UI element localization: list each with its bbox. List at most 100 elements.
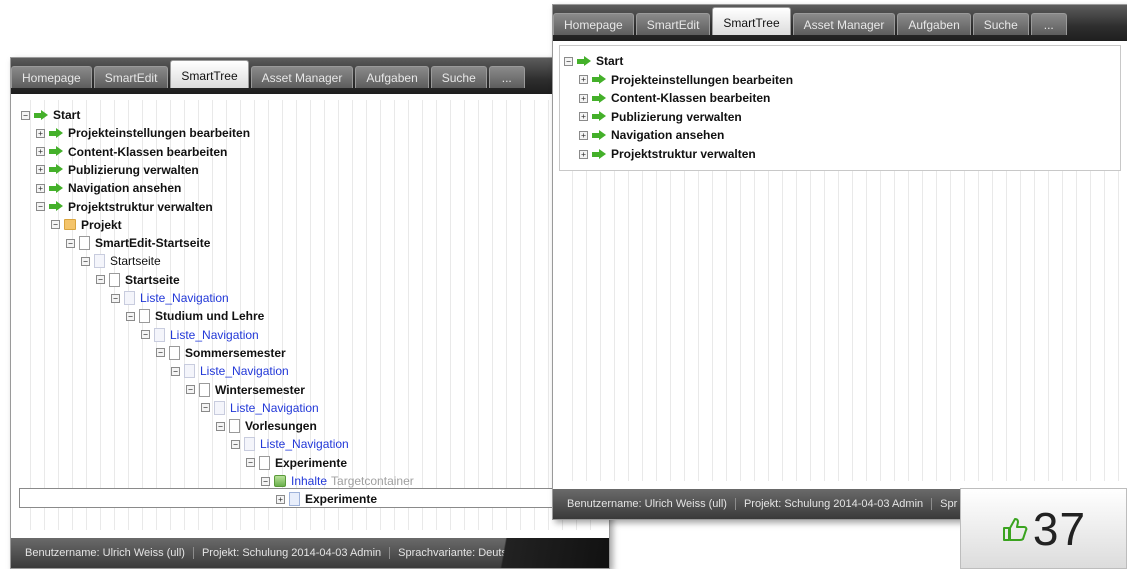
- tab-smartedit[interactable]: SmartEdit: [635, 13, 711, 35]
- expand-toggle[interactable]: +: [36, 147, 45, 157]
- faded-page-icon: [154, 327, 165, 342]
- tree-node-label: Publizierung verwalten: [68, 162, 199, 177]
- tree-node[interactable]: − Experimente: [246, 454, 347, 472]
- tree-node[interactable]: − Liste_Navigation: [111, 289, 229, 307]
- expand-toggle[interactable]: −: [81, 256, 90, 266]
- page-icon: [169, 345, 180, 360]
- tree-node[interactable]: + Publizierung verwalten: [579, 108, 742, 126]
- tree-node[interactable]: + Content-Klassen bearbeiten: [36, 143, 227, 161]
- tab-asset-manager[interactable]: Asset Manager: [792, 13, 896, 35]
- tree-node[interactable]: − SmartEdit-Startseite: [66, 234, 210, 252]
- expand-toggle[interactable]: −: [171, 366, 180, 376]
- tree-node[interactable]: + Experimente: [276, 490, 377, 508]
- status-bar: Benutzername: Ulrich Weiss (ull) Projekt…: [11, 538, 609, 568]
- tree-node[interactable]: − Liste_Navigation: [171, 362, 289, 380]
- tab-list: Homepage SmartEdit SmartTree Asset Manag…: [553, 7, 1069, 35]
- tree-node-label: Sommersemester: [185, 345, 286, 360]
- tree-node[interactable]: − Inhalte Targetcontainer: [261, 472, 414, 490]
- tree-node[interactable]: + Navigation ansehen: [579, 126, 724, 144]
- tree-node[interactable]: − Studium und Lehre: [126, 307, 264, 325]
- tab-homepage[interactable]: Homepage: [553, 13, 634, 35]
- expand-toggle[interactable]: −: [261, 476, 270, 486]
- expand-toggle[interactable]: −: [216, 421, 225, 431]
- expand-toggle[interactable]: −: [141, 330, 150, 340]
- tree-node-label: Navigation ansehen: [611, 128, 725, 143]
- expand-toggle[interactable]: −: [111, 293, 120, 303]
- tree-node[interactable]: − Liste_Navigation: [231, 435, 349, 453]
- tree-node[interactable]: − Startseite: [96, 271, 180, 289]
- expand-toggle[interactable]: −: [201, 403, 210, 413]
- tree-node[interactable]: + Projektstruktur verwalten: [579, 145, 756, 163]
- tree-node[interactable]: + Projekteinstellungen bearbeiten: [579, 71, 793, 89]
- expand-toggle[interactable]: −: [21, 110, 30, 120]
- expand-toggle[interactable]: +: [276, 494, 285, 504]
- tab-homepage[interactable]: Homepage: [11, 66, 92, 88]
- tree-node[interactable]: − Start: [564, 52, 623, 70]
- tree-node[interactable]: − Projektstruktur verwalten: [36, 198, 213, 216]
- tree-node-label: Content-Klassen bearbeiten: [611, 91, 771, 106]
- tree-node-label: Startseite: [125, 272, 180, 287]
- tab-smarttree[interactable]: SmartTree: [170, 60, 249, 88]
- tree-node[interactable]: − Sommersemester: [156, 344, 286, 362]
- tab-asset-manager[interactable]: Asset Manager: [250, 66, 354, 88]
- expand-toggle[interactable]: +: [579, 130, 588, 140]
- expand-toggle[interactable]: +: [579, 112, 588, 122]
- tree-node-label: Liste_Navigation: [170, 327, 259, 342]
- tab-suche[interactable]: Suche: [972, 13, 1029, 35]
- smarttree-panel: − Start + Projekteinstellungen bearbeiten + C…: [17, 100, 603, 530]
- expand-toggle[interactable]: −: [231, 439, 240, 449]
- faded-page-icon: [124, 291, 135, 305]
- tab-bar: Homepage SmartEdit SmartTree Asset Manag…: [11, 58, 609, 94]
- tab-more[interactable]: ...: [488, 66, 525, 88]
- expand-toggle[interactable]: −: [126, 311, 135, 321]
- tree-node[interactable]: + Projekteinstellungen bearbeiten: [36, 124, 250, 142]
- tree-node-label: Wintersemester: [215, 382, 305, 397]
- tab-smarttree[interactable]: SmartTree: [712, 7, 791, 35]
- expand-toggle[interactable]: +: [579, 75, 588, 85]
- expand-toggle[interactable]: −: [564, 56, 573, 66]
- tree-node-label: Projektstruktur verwalten: [611, 147, 756, 161]
- expand-toggle[interactable]: −: [156, 348, 165, 358]
- expand-toggle[interactable]: −: [36, 202, 45, 211]
- page-icon: [139, 309, 150, 324]
- tree-node[interactable]: − Vorlesungen: [216, 417, 317, 435]
- page-icon: [109, 272, 120, 287]
- tree-node[interactable]: − Projekt: [51, 216, 122, 234]
- arrow-icon: [49, 127, 63, 139]
- tab-suche[interactable]: Suche: [430, 66, 487, 88]
- arrow-icon: [49, 146, 63, 157]
- expand-toggle[interactable]: +: [579, 93, 588, 103]
- expand-toggle[interactable]: −: [186, 385, 195, 394]
- expand-toggle[interactable]: −: [51, 220, 60, 230]
- expand-toggle[interactable]: +: [36, 128, 45, 138]
- container-icon: [274, 475, 286, 487]
- smarttree-panel: − Start + Projekteinstellungen bearbeiten + C…: [559, 45, 1121, 171]
- tree-node[interactable]: + Content-Klassen bearbeiten: [579, 89, 770, 107]
- tree-node[interactable]: − Startseite: [81, 252, 161, 270]
- status-project: Projekt: Schulung 2014-04-03 Admin: [736, 498, 933, 510]
- tree-node-label: Content-Klassen bearbeiten: [68, 144, 228, 159]
- like-badge[interactable]: 37: [960, 488, 1127, 569]
- tree-node[interactable]: − Liste_Navigation: [201, 399, 319, 417]
- tab-smartedit[interactable]: SmartEdit: [93, 66, 169, 88]
- tab-aufgaben[interactable]: Aufgaben: [897, 13, 971, 35]
- arrow-icon: [49, 182, 63, 194]
- expand-toggle[interactable]: +: [36, 165, 45, 175]
- tree-node[interactable]: + Navigation ansehen: [36, 179, 181, 197]
- expand-toggle[interactable]: +: [36, 183, 45, 193]
- arrow-icon: [592, 111, 606, 122]
- tab-aufgaben[interactable]: Aufgaben: [355, 66, 429, 88]
- tree-node-label: Liste_Navigation: [260, 437, 349, 452]
- expand-toggle[interactable]: −: [246, 458, 255, 468]
- expand-toggle[interactable]: −: [96, 275, 105, 285]
- tree-node[interactable]: + Publizierung verwalten: [36, 161, 199, 179]
- expand-toggle[interactable]: +: [579, 149, 588, 159]
- tree-node[interactable]: − Start: [21, 106, 80, 124]
- page-icon: [79, 236, 90, 251]
- tree-node-label: Studium und Lehre: [155, 309, 265, 324]
- tree-node[interactable]: − Liste_Navigation: [141, 326, 259, 344]
- expand-toggle[interactable]: −: [66, 238, 75, 248]
- tab-more[interactable]: ...: [1030, 13, 1067, 35]
- arrow-icon: [592, 74, 606, 85]
- tree-node[interactable]: − Wintersemester: [186, 381, 305, 399]
